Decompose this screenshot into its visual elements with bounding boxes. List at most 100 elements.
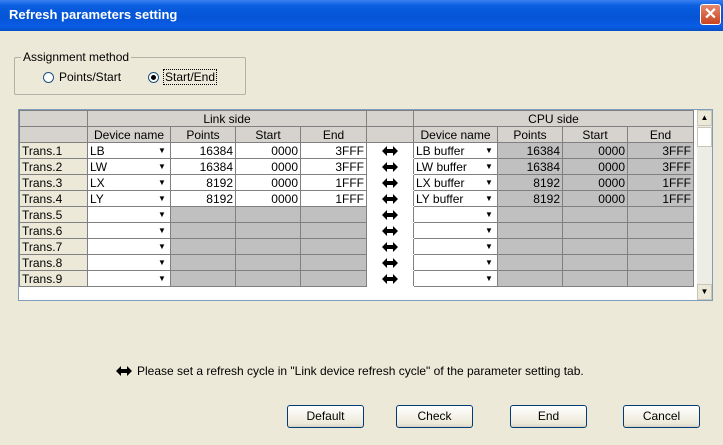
title-bar: Refresh parameters setting ✕ [0,0,723,31]
radio-start-end[interactable]: Start/End [148,69,218,85]
dropdown-arrow-icon[interactable]: ▼ [155,192,169,205]
cpu-device-dropdown[interactable]: LW buffer ▼ [413,158,498,175]
link-start-cell[interactable] [235,254,301,271]
link-device-value: LX [90,175,105,190]
default-button-label: Default [306,409,345,423]
cpu-device-value: LW buffer [416,159,467,174]
link-start-cell[interactable] [235,222,301,239]
dropdown-arrow-icon[interactable]: ▼ [155,240,169,253]
radio-button-icon[interactable] [43,71,54,83]
cpu-points-cell [497,270,563,287]
close-icon[interactable]: ✕ [700,4,721,25]
link-start-cell[interactable]: 0000 [235,190,301,207]
dropdown-arrow-icon[interactable]: ▼ [155,224,169,237]
col-header-cpu-points: Points [497,126,563,143]
link-end-cell[interactable] [300,222,367,239]
dropdown-arrow-icon[interactable]: ▼ [155,160,169,173]
link-points-cell [170,270,236,287]
link-end-cell[interactable]: 3FFF [300,142,367,159]
cancel-button[interactable]: Cancel [623,405,700,428]
cpu-device-dropdown[interactable]: ▼ [413,254,498,271]
link-end-cell[interactable]: 3FFF [300,158,367,175]
dropdown-arrow-icon[interactable]: ▼ [482,160,496,173]
cpu-device-dropdown[interactable]: ▼ [413,222,498,239]
link-device-dropdown[interactable]: ▼ [87,206,171,223]
link-start-cell[interactable] [235,206,301,223]
separator-header-cell [366,126,414,143]
row-header: Trans.3 [19,174,88,191]
dropdown-arrow-icon[interactable]: ▼ [482,192,496,205]
cpu-device-dropdown[interactable]: ▼ [413,206,498,223]
dropdown-arrow-icon[interactable]: ▼ [155,144,169,157]
link-points-cell: 8192 [170,174,236,191]
row-header: Trans.1 [19,142,88,159]
link-end-cell[interactable] [300,254,367,271]
separator-header-cell [366,110,414,127]
double-arrow-icon [382,242,398,253]
link-start-cell[interactable]: 0000 [235,142,301,159]
table-row: Trans.9 ▼ ▼ [19,270,694,287]
link-device-dropdown[interactable]: ▼ [87,238,171,255]
dropdown-arrow-icon[interactable]: ▼ [155,256,169,269]
cpu-device-value: LB buffer [416,143,465,158]
transfer-cell [366,142,414,159]
dropdown-arrow-icon[interactable]: ▼ [482,176,496,189]
scroll-thumb[interactable] [697,127,712,147]
dropdown-arrow-icon[interactable]: ▼ [155,272,169,285]
double-arrow-icon [382,258,398,269]
vertical-scrollbar[interactable]: ▲ ▼ [697,110,712,300]
link-end-cell[interactable] [300,206,367,223]
link-device-dropdown[interactable]: ▼ [87,222,171,239]
dropdown-arrow-icon[interactable]: ▼ [482,272,496,285]
table-group-header-row: Link side CPU side [19,110,694,127]
dropdown-arrow-icon[interactable]: ▼ [155,176,169,189]
link-device-dropdown[interactable]: ▼ [87,270,171,287]
scroll-up-icon[interactable]: ▲ [697,110,712,126]
link-end-cell[interactable] [300,238,367,255]
col-header-link-points: Points [170,126,236,143]
dropdown-arrow-icon[interactable]: ▼ [482,256,496,269]
window-title: Refresh parameters setting [9,7,178,22]
cpu-points-cell [497,254,563,271]
cpu-device-dropdown[interactable]: LX buffer ▼ [413,174,498,191]
cpu-device-dropdown[interactable]: ▼ [413,238,498,255]
table-row: Trans.8 ▼ ▼ [19,254,694,271]
transfer-cell [366,158,414,175]
link-end-cell[interactable] [300,270,367,287]
radio-points-start[interactable]: Points/Start [43,70,121,84]
cpu-start-cell [562,254,628,271]
transfer-cell [366,238,414,255]
cpu-end-cell: 3FFF [627,158,694,175]
link-start-cell[interactable] [235,270,301,287]
link-points-cell: 16384 [170,158,236,175]
cpu-device-dropdown[interactable]: LY buffer ▼ [413,190,498,207]
link-start-cell[interactable]: 0000 [235,174,301,191]
dropdown-arrow-icon[interactable]: ▼ [482,224,496,237]
cpu-points-cell [497,238,563,255]
link-start-cell[interactable] [235,238,301,255]
radio-button-selected-icon[interactable] [148,71,159,83]
end-button[interactable]: End [510,405,587,428]
refresh-cycle-note: Please set a refresh cycle in "Link devi… [116,364,584,378]
dropdown-arrow-icon[interactable]: ▼ [482,208,496,221]
dropdown-arrow-icon[interactable]: ▼ [155,208,169,221]
col-header-cpu-end: End [627,126,694,143]
dropdown-arrow-icon[interactable]: ▼ [482,240,496,253]
link-end-cell[interactable]: 1FFF [300,174,367,191]
check-button[interactable]: Check [396,405,473,428]
link-device-dropdown[interactable]: LW ▼ [87,158,171,175]
cpu-device-dropdown[interactable]: ▼ [413,270,498,287]
double-arrow-icon [382,194,398,205]
table-row: Trans.2 LW ▼ 16384 0000 3FFF LW buffer ▼ 16384 00… [19,158,694,175]
link-device-dropdown[interactable]: LX ▼ [87,174,171,191]
dropdown-arrow-icon[interactable]: ▼ [482,144,496,157]
cpu-device-dropdown[interactable]: LB buffer ▼ [413,142,498,159]
default-button[interactable]: Default [287,405,364,428]
link-device-dropdown[interactable]: LY ▼ [87,190,171,207]
link-start-cell[interactable]: 0000 [235,158,301,175]
link-device-dropdown[interactable]: LB ▼ [87,142,171,159]
table-row: Trans.5 ▼ ▼ [19,206,694,223]
link-device-dropdown[interactable]: ▼ [87,254,171,271]
link-end-cell[interactable]: 1FFF [300,190,367,207]
scroll-down-icon[interactable]: ▼ [697,284,712,300]
